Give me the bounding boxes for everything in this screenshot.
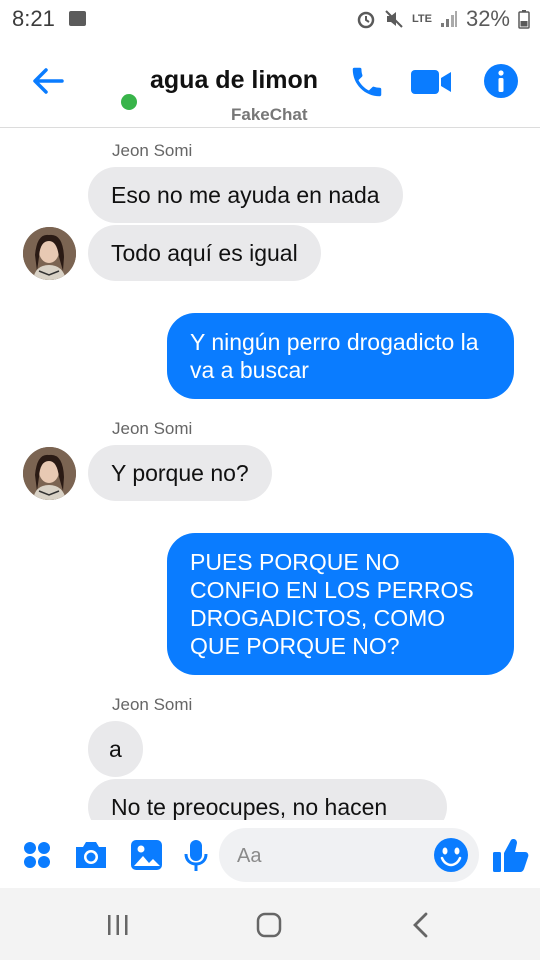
emoji-icon[interactable] <box>433 837 469 873</box>
signal-icon <box>440 11 457 27</box>
mute-icon <box>385 10 403 28</box>
sender-name: Jeon Somi <box>112 419 193 438</box>
camera-icon[interactable] <box>73 840 109 870</box>
back-arrow-icon[interactable] <box>30 63 66 99</box>
system-navigation-bar <box>0 888 540 960</box>
home-icon[interactable] <box>256 912 282 938</box>
battery-icon <box>518 10 530 29</box>
online-status-dot <box>121 94 137 110</box>
message-input-placeholder: Aa <box>237 845 262 867</box>
composer-bar: Aa <box>0 820 540 888</box>
video-call-icon[interactable] <box>410 66 452 98</box>
incoming-message[interactable]: No te preocupes, no hacen <box>88 779 448 820</box>
status-time: 8:21 <box>12 6 55 31</box>
status-indicators: LTE 32% <box>356 6 530 32</box>
phone-icon[interactable] <box>348 63 386 101</box>
menu-dots-icon[interactable] <box>22 840 52 870</box>
sender-name: Jeon Somi <box>112 695 193 714</box>
avatar[interactable] <box>23 227 76 280</box>
status-bar: 8:21 LTE 32% <box>0 0 540 38</box>
incoming-message[interactable]: Y porque no? <box>88 445 272 501</box>
avatar[interactable] <box>23 447 76 500</box>
message-input[interactable]: Aa <box>219 828 479 882</box>
back-nav-icon[interactable] <box>410 912 430 938</box>
alarm-icon <box>357 11 375 29</box>
info-icon[interactable] <box>482 62 520 100</box>
message-list[interactable]: Jeon Somi Eso no me ayuda en nada Todo a… <box>0 128 540 820</box>
like-thumb-icon[interactable] <box>492 837 530 873</box>
gallery-notification-icon <box>69 11 86 26</box>
recent-apps-icon[interactable] <box>106 914 130 936</box>
sender-name: Jeon Somi <box>112 141 193 160</box>
incoming-message[interactable]: Eso no me ayuda en nada <box>88 167 403 223</box>
chat-header: agua de limon FakeChat <box>0 38 540 128</box>
outgoing-message[interactable]: Y ningún perro drogadicto la va a buscar <box>167 313 514 399</box>
contact-name[interactable]: agua de limon <box>150 66 318 95</box>
battery-percent: 32% <box>465 6 510 31</box>
gallery-icon[interactable] <box>130 839 163 871</box>
contact-subtitle: FakeChat <box>231 105 308 124</box>
network-type: LTE <box>411 13 432 25</box>
outgoing-message[interactable]: PUES PORQUE NO CONFIO EN LOS PERROS DROG… <box>167 533 514 675</box>
incoming-message[interactable]: Todo aquí es igual <box>88 225 321 281</box>
microphone-icon[interactable] <box>183 839 209 873</box>
incoming-message[interactable]: a <box>88 721 143 777</box>
